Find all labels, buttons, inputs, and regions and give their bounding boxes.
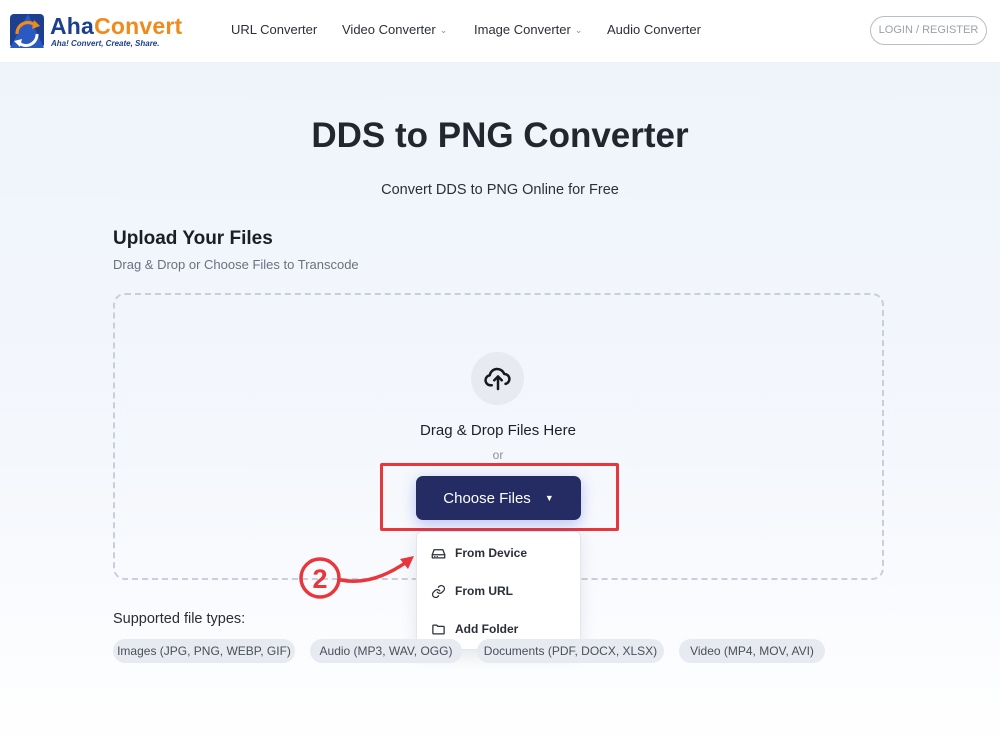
nav-video-converter[interactable]: Video Converter ⌄: [342, 22, 447, 37]
logo-mark-icon: [10, 14, 44, 48]
drag-drop-text: Drag & Drop Files Here: [420, 422, 576, 439]
chevron-down-icon: ⌄: [439, 25, 448, 35]
logo-wordmark: AhaConvert: [50, 13, 183, 39]
step-number: 2: [312, 564, 327, 594]
site-logo[interactable]: AhaConvert Aha! Convert, Create, Share.: [8, 12, 188, 52]
choose-files-label: Choose Files: [443, 489, 531, 507]
chevron-down-icon: ⌄: [574, 25, 583, 35]
type-chip-audio: Audio (MP3, WAV, OGG): [310, 639, 462, 663]
upload-heading: Upload Your Files: [113, 228, 273, 249]
page-subtitle: Convert DDS to PNG Online for Free: [381, 182, 619, 198]
curved-arrow-icon: 2: [299, 556, 414, 599]
nav-audio-converter[interactable]: Audio Converter: [607, 22, 701, 37]
menu-item-add-folder[interactable]: Add Folder: [431, 619, 518, 639]
choose-files-button[interactable]: Choose Files ▼: [416, 476, 581, 520]
top-navbar: AhaConvert Aha! Convert, Create, Share. …: [0, 0, 1000, 63]
upload-subheading: Drag & Drop or Choose Files to Transcode: [113, 257, 359, 272]
menu-item-from-url[interactable]: From URL: [431, 581, 513, 601]
type-chip-video: Video (MP4, MOV, AVI): [679, 639, 825, 663]
login-register-button[interactable]: LOGIN / REGISTER: [870, 16, 987, 45]
logo-tagline: Aha! Convert, Create, Share.: [51, 39, 160, 48]
or-separator: or: [492, 448, 504, 462]
step-annotation: 2: [296, 550, 421, 605]
type-chip-documents: Documents (PDF, DOCX, XLSX): [477, 639, 664, 663]
drive-icon: [431, 548, 446, 558]
menu-item-from-device[interactable]: From Device: [431, 543, 527, 563]
link-icon: [431, 584, 446, 598]
cloud-upload-icon: [483, 367, 511, 390]
nav-url-converter[interactable]: URL Converter: [231, 22, 317, 37]
supported-types-label: Supported file types:: [113, 611, 246, 627]
choose-files-menu: From Device From URL Add Folder: [416, 531, 581, 650]
type-chip-images: Images (JPG, PNG, WEBP, GIF): [113, 639, 295, 663]
caret-down-icon: ▼: [544, 493, 554, 503]
folder-icon: [432, 624, 445, 634]
page-title: DDS to PNG Converter: [311, 116, 689, 155]
nav-image-converter[interactable]: Image Converter ⌄: [474, 22, 582, 37]
upload-icon-badge: [471, 352, 524, 405]
